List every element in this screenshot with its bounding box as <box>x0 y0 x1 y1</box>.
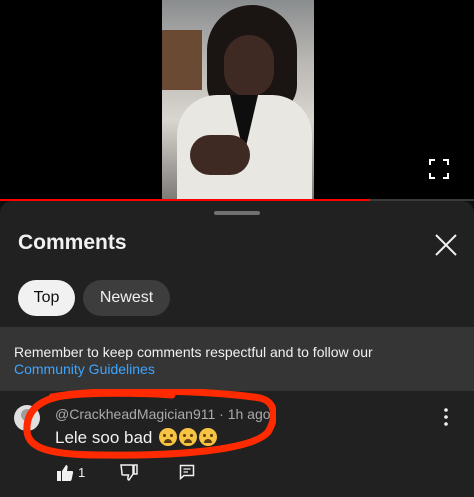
drag-handle[interactable] <box>214 211 260 215</box>
fullscreen-icon[interactable] <box>428 158 450 180</box>
thumbs-down-icon[interactable] <box>120 464 138 482</box>
comment-item: @CrackheadMagician911 · 1h ago Lele soo … <box>0 391 474 497</box>
comment-time: 1h ago <box>227 406 271 422</box>
close-icon[interactable] <box>432 231 460 259</box>
comment-author[interactable]: @CrackheadMagician911 <box>55 406 215 422</box>
filter-chip-top[interactable]: Top <box>18 280 75 316</box>
more-options-icon[interactable] <box>438 406 454 428</box>
comment-meta: @CrackheadMagician911 · 1h ago <box>55 406 271 422</box>
avatar[interactable] <box>14 405 40 431</box>
notice-text: Remember to keep comments respectful and… <box>14 344 373 360</box>
weary-face-emoji-icon <box>159 428 178 446</box>
comment-text: Lele soo bad <box>55 428 153 447</box>
community-guidelines-link[interactable]: Community Guidelines <box>14 361 155 378</box>
comment-body: Lele soo bad <box>55 428 218 448</box>
video-frame[interactable] <box>162 0 314 200</box>
reply-icon[interactable] <box>179 464 195 480</box>
community-notice: Remember to keep comments respectful and… <box>0 327 474 391</box>
video-person-arm <box>190 135 250 175</box>
comments-panel: Comments Top Newest Remember to keep com… <box>0 201 474 497</box>
weary-face-emoji-icon <box>179 428 198 446</box>
meta-separator: · <box>219 406 224 422</box>
video-person-face <box>224 35 274 97</box>
video-player[interactable] <box>0 0 474 201</box>
thumbs-up-icon[interactable] <box>56 464 74 482</box>
like-count: 1 <box>78 465 86 480</box>
video-background-cabinet <box>162 30 202 90</box>
filter-chip-newest[interactable]: Newest <box>83 280 170 316</box>
woozy-face-emoji-icon <box>199 428 218 446</box>
panel-title: Comments <box>18 231 127 254</box>
